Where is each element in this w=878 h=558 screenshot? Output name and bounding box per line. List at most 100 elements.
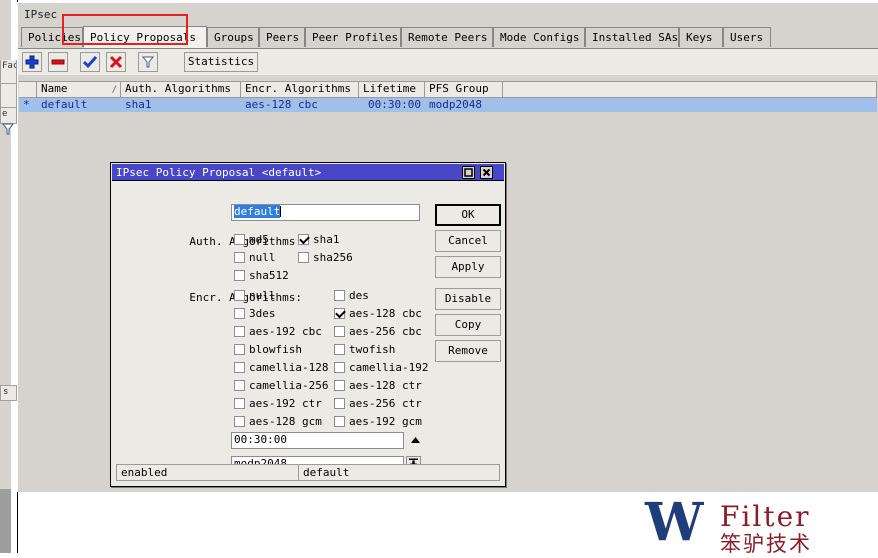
lifetime-input[interactable]: 00:30:00 — [231, 432, 404, 449]
tab-peer-profiles[interactable]: Peer Profiles — [305, 27, 401, 47]
encr-checkbox-aes-128-cbc[interactable]: aes-128 cbc — [334, 307, 422, 320]
encr-checkbox-blowfish[interactable]: blowfish — [234, 343, 302, 356]
ok-button[interactable]: OK — [435, 204, 501, 226]
encr-checkbox-aes-256-cbc[interactable]: aes-256 cbc — [334, 325, 422, 338]
tab-groups[interactable]: Groups — [207, 27, 259, 47]
encr-label-aes-128-cbc: aes-128 cbc — [349, 307, 422, 320]
auth-checkbox-null[interactable]: null — [234, 251, 276, 264]
encr-checkbox-3des[interactable]: 3des — [234, 307, 276, 320]
row-encr: aes-128 cbc — [241, 98, 359, 112]
checkbox-icon — [234, 398, 245, 409]
tab-installed-sas[interactable]: Installed SAs — [585, 27, 679, 47]
toolbar: Statistics — [18, 49, 878, 75]
tab-keys[interactable]: Keys — [679, 27, 723, 47]
funnel-icon — [139, 55, 157, 69]
encr-checkbox-des[interactable]: des — [334, 289, 369, 302]
dialog-body: Name: default Auth. Algorithms: md5 sha1… — [112, 181, 504, 485]
copy-button[interactable]: Copy — [435, 314, 501, 336]
checkbox-icon — [234, 326, 245, 337]
checkbox-icon — [298, 252, 309, 263]
tab-remote-peers[interactable]: Remote Peers — [401, 27, 493, 47]
auth-label-sha1: sha1 — [313, 233, 340, 246]
checkbox-icon — [334, 344, 345, 355]
encr-label-aes-128-ctr: aes-128 ctr — [349, 379, 422, 392]
name-input-value: default — [234, 205, 280, 218]
encr-checkbox-aes-192-ctr[interactable]: aes-192 ctr — [234, 397, 322, 410]
disable-button[interactable]: Disable — [435, 288, 501, 310]
checkbox-icon — [234, 362, 245, 373]
encr-checkbox-camellia-256[interactable]: camellia-256 — [234, 379, 328, 392]
close-icon[interactable] — [480, 166, 493, 179]
encr-label-aes-256-ctr: aes-256 ctr — [349, 397, 422, 410]
cancel-button[interactable]: Cancel — [435, 230, 501, 252]
checkbox-checked-icon — [298, 234, 309, 245]
encr-checkbox-aes-256-ctr[interactable]: aes-256 ctr — [334, 397, 422, 410]
enable-button[interactable] — [80, 52, 100, 72]
checkbox-icon — [234, 380, 245, 391]
encr-checkbox-camellia-192[interactable]: camellia-192 — [334, 361, 428, 374]
remove-button[interactable]: Remove — [435, 340, 501, 362]
checkbox-icon — [234, 416, 245, 427]
encr-checkbox-camellia-128[interactable]: camellia-128 — [234, 361, 328, 374]
maximize-icon[interactable] — [462, 166, 475, 179]
triangle-up-icon[interactable] — [408, 433, 423, 448]
auth-checkbox-sha1[interactable]: sha1 — [298, 233, 340, 246]
text-caret — [280, 206, 281, 217]
status-name: default — [299, 465, 499, 480]
name-input[interactable]: default — [231, 204, 420, 221]
encr-label-null: null — [249, 289, 276, 302]
checkbox-icon — [334, 362, 345, 373]
auth-checkbox-md5[interactable]: md5 — [234, 233, 269, 246]
cross-icon — [107, 55, 125, 69]
row-lifetime: 00:30:00 — [359, 98, 425, 112]
background-panel: Fac e — [0, 60, 17, 124]
encr-label-des: des — [349, 289, 369, 302]
tab-policies[interactable]: Policies — [21, 27, 83, 47]
encr-checkbox-aes-128-gcm[interactable]: aes-128 gcm — [234, 415, 322, 428]
tab-peers[interactable]: Peers — [259, 27, 305, 47]
column-header-flag[interactable] — [19, 82, 37, 97]
remove-button[interactable] — [48, 52, 68, 72]
column-header-auth[interactable]: Auth. Algorithms — [121, 82, 241, 97]
desktop-background: Fac e s IPsec Policies Policy Proposals … — [0, 0, 878, 553]
checkbox-icon — [334, 290, 345, 301]
table-row[interactable]: * default sha1 aes-128 cbc 00:30:00 modp… — [19, 98, 877, 112]
sort-indicator-icon: / — [112, 83, 117, 97]
encr-checkbox-null[interactable]: null — [234, 289, 276, 302]
tab-bar: Policies Policy Proposals Groups Peers P… — [18, 26, 878, 49]
disable-button[interactable] — [106, 52, 126, 72]
auth-checkbox-sha256[interactable]: sha256 — [298, 251, 353, 264]
column-header-encr[interactable]: Encr. Algorithms — [241, 82, 359, 97]
column-header-pfs[interactable]: PFS Group — [425, 82, 503, 97]
encr-checkbox-aes-192-cbc[interactable]: aes-192 cbc — [234, 325, 322, 338]
encr-checkbox-twofish[interactable]: twofish — [334, 343, 395, 356]
encr-checkbox-aes-192-gcm[interactable]: aes-192 gcm — [334, 415, 422, 428]
filter-button[interactable] — [138, 52, 158, 72]
background-cell-0: Fac — [0, 60, 17, 84]
background-cell-bottom: s — [0, 385, 17, 401]
encr-label-blowfish: blowfish — [249, 343, 302, 356]
tab-policy-proposals[interactable]: Policy Proposals — [83, 26, 207, 48]
watermark: W Filter 笨驴技术 — [645, 498, 870, 550]
dialog-titlebar[interactable]: IPsec Policy Proposal <default> — [112, 164, 504, 181]
checkbox-icon — [334, 398, 345, 409]
tab-mode-configs[interactable]: Mode Configs — [493, 27, 585, 47]
encr-label-camellia-256: camellia-256 — [249, 379, 328, 392]
encr-checkbox-aes-128-ctr[interactable]: aes-128 ctr — [334, 379, 422, 392]
auth-label-md5: md5 — [249, 233, 269, 246]
statistics-button[interactable]: Statistics — [184, 52, 258, 72]
encr-label-3des: 3des — [249, 307, 276, 320]
apply-button[interactable]: Apply — [435, 256, 501, 278]
check-icon — [81, 55, 99, 69]
column-header-name[interactable]: Name / — [37, 82, 121, 97]
add-button[interactable] — [22, 52, 42, 72]
checkbox-icon — [334, 416, 345, 427]
tab-users[interactable]: Users — [723, 27, 771, 47]
window-title: IPsec — [24, 8, 57, 21]
auth-checkbox-sha512[interactable]: sha512 — [234, 269, 289, 282]
column-header-lifetime[interactable]: Lifetime — [359, 82, 425, 97]
row-name: default — [37, 98, 121, 112]
encr-label-aes-192-ctr: aes-192 ctr — [249, 397, 322, 410]
encr-label-camellia-128: camellia-128 — [249, 361, 328, 374]
checkbox-icon — [234, 290, 245, 301]
